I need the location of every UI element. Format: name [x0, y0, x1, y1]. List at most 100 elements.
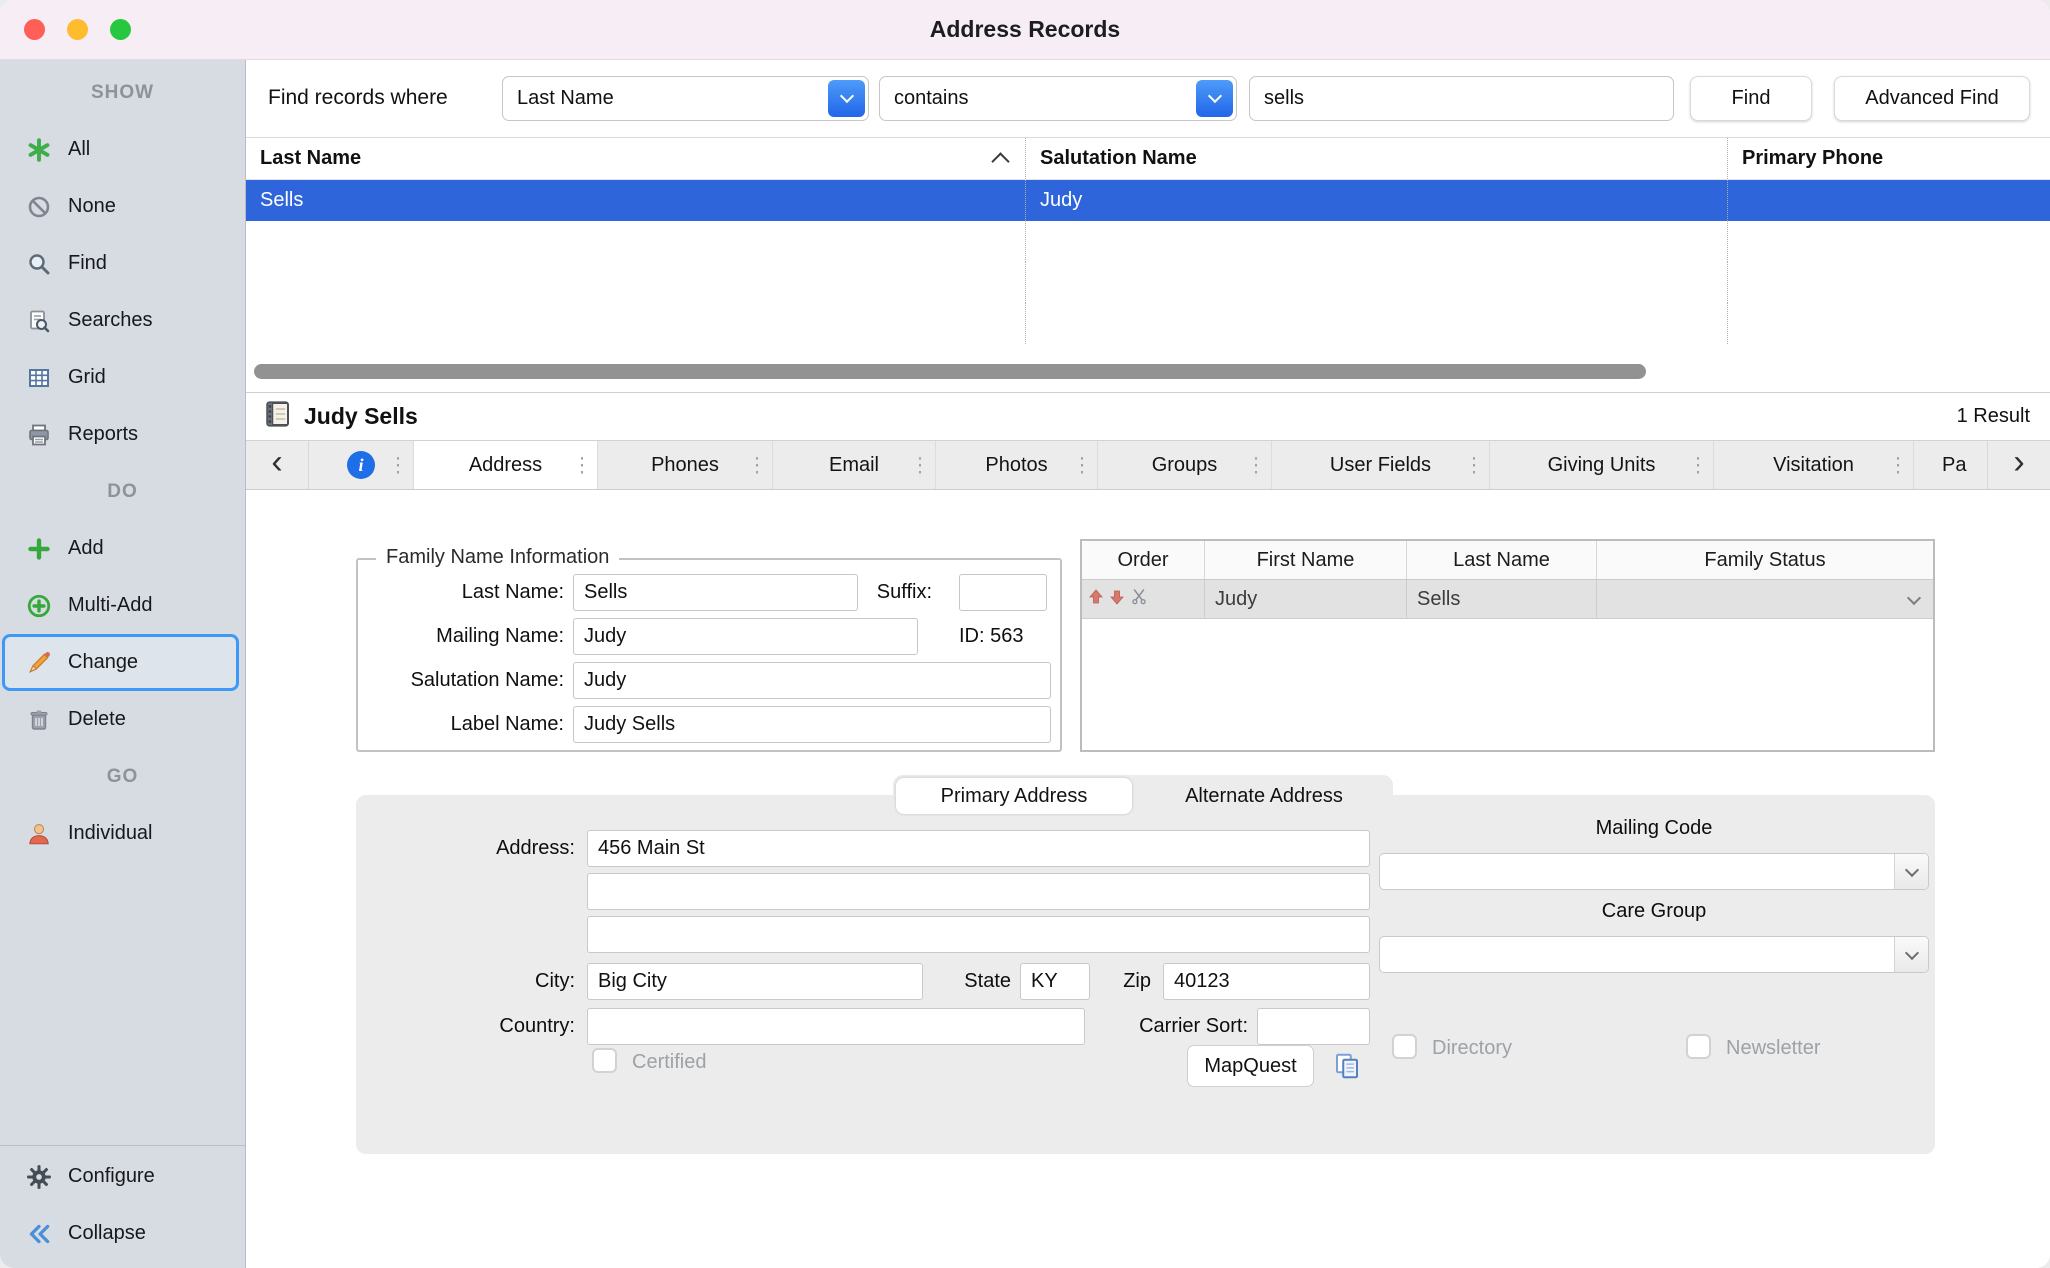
sidebar-item-add[interactable]: Add [0, 520, 245, 577]
printer-icon [24, 423, 54, 447]
column-header-primary-phone[interactable]: Primary Phone [1728, 138, 2050, 179]
cell-last-name: Sells [246, 180, 1026, 221]
sidebar-item-individual[interactable]: Individual [0, 805, 245, 862]
mailing-name-input[interactable] [573, 618, 918, 655]
search-field-value: Last Name [503, 87, 828, 110]
family-status-select[interactable] [1597, 580, 1933, 618]
double-chevron-left-icon [24, 1221, 54, 1247]
tab-giving-units[interactable]: Giving Units ⋮ [1490, 441, 1714, 489]
family-name-information-group: Family Name Information Last Name: Suffi… [356, 558, 1062, 752]
find-button[interactable]: Find [1690, 76, 1812, 121]
horizontal-scrollbar[interactable] [254, 364, 1646, 379]
sidebar-section-go: GO [0, 748, 245, 805]
tab-address[interactable]: Address ⋮ [414, 441, 598, 489]
tab-grip-icon: ⋮ [1246, 453, 1266, 478]
move-down-button[interactable] [1109, 588, 1125, 611]
tab-label: Email [829, 454, 879, 477]
search-field-select[interactable]: Last Name [502, 76, 869, 121]
family-member-row[interactable]: Judy Sells [1082, 580, 1933, 619]
city-input[interactable] [587, 963, 923, 1000]
column-header-last-name[interactable]: Last Name [246, 138, 1026, 179]
search-operator-select[interactable]: contains [879, 76, 1237, 121]
chevron-left-icon: ‹ [271, 445, 282, 485]
tab-user-fields[interactable]: User Fields ⋮ [1272, 441, 1490, 489]
tab-grip-icon: ⋮ [1888, 453, 1908, 478]
tab-primary-address[interactable]: Primary Address [896, 778, 1132, 814]
salutation-name-label: Salutation Name: [358, 669, 564, 692]
tab-grip-icon: ⋮ [388, 453, 408, 478]
sidebar-item-delete[interactable]: Delete [0, 691, 245, 748]
state-input[interactable] [1020, 963, 1090, 1000]
sidebar-item-label: Grid [68, 366, 106, 389]
mailing-code-select[interactable] [1379, 853, 1929, 890]
app-window: Address Records SHOW All None Find [0, 0, 2050, 1268]
move-up-button[interactable] [1088, 588, 1104, 611]
column-header-salutation-name[interactable]: Salutation Name [1026, 138, 1728, 179]
table-row-selected[interactable]: Sells Judy [246, 180, 2050, 221]
address-line2-input[interactable] [587, 873, 1370, 910]
tab-scroll-left-button[interactable]: ‹ [246, 441, 309, 489]
search-value-input[interactable] [1249, 76, 1674, 121]
sidebar-item-label: Delete [68, 708, 126, 731]
sidebar-item-all[interactable]: All [0, 121, 245, 178]
record-name: Judy Sells [304, 403, 418, 430]
copy-address-icon[interactable] [1328, 1047, 1366, 1085]
trash-icon [24, 708, 54, 732]
table-row-empty [246, 262, 2050, 303]
last-name-input[interactable] [573, 574, 858, 611]
salutation-name-input[interactable] [573, 662, 1051, 699]
record-tab-bar: ‹ i ⋮ Address ⋮ Phones ⋮ Email ⋮ Photos … [246, 440, 2050, 490]
sidebar-item-none[interactable]: None [0, 178, 245, 235]
group-legend: Family Name Information [376, 546, 619, 569]
tab-photos[interactable]: Photos ⋮ [936, 441, 1098, 489]
sidebar-item-multi-add[interactable]: Multi-Add [0, 577, 245, 634]
tab-email[interactable]: Email ⋮ [773, 441, 936, 489]
sidebar-item-change[interactable]: Change [2, 634, 239, 691]
advanced-find-button[interactable]: Advanced Find [1834, 76, 2030, 121]
sidebar-item-searches[interactable]: Searches [0, 292, 245, 349]
country-input[interactable] [587, 1008, 1085, 1045]
sidebar-item-label: All [68, 138, 90, 161]
sidebar-item-reports[interactable]: Reports [0, 406, 245, 463]
last-name-label: Last Name: [358, 581, 564, 604]
tab-info[interactable]: i ⋮ [309, 441, 414, 489]
certified-checkbox[interactable] [592, 1048, 617, 1073]
directory-checkbox[interactable] [1392, 1034, 1417, 1059]
address-line3-input[interactable] [587, 916, 1370, 953]
address-line1-input[interactable] [587, 830, 1370, 867]
tab-label: Photos [985, 454, 1047, 477]
mapquest-button[interactable]: MapQuest [1187, 1045, 1314, 1087]
state-label: State [931, 970, 1011, 993]
chevron-down-icon [1894, 854, 1928, 889]
tab-groups[interactable]: Groups ⋮ [1098, 441, 1272, 489]
sidebar-item-grid[interactable]: Grid [0, 349, 245, 406]
pencil-icon [24, 650, 54, 676]
carrier-sort-input[interactable] [1257, 1008, 1370, 1045]
cell-salutation-name: Judy [1026, 180, 1728, 221]
tab-alternate-address[interactable]: Alternate Address [1135, 775, 1393, 817]
cut-button[interactable] [1130, 587, 1148, 611]
sidebar-item-label: Searches [68, 309, 153, 332]
sidebar-item-collapse[interactable]: Collapse [0, 1205, 245, 1262]
directory-label: Directory [1432, 1037, 1512, 1060]
sidebar-item-label: None [68, 195, 116, 218]
search-icon [24, 252, 54, 276]
tab-phones[interactable]: Phones ⋮ [598, 441, 773, 489]
suffix-input[interactable] [959, 574, 1047, 611]
tab-grip-icon: ⋮ [1688, 453, 1708, 478]
sidebar-item-find[interactable]: Find [0, 235, 245, 292]
label-name-input[interactable] [573, 706, 1051, 743]
zip-input[interactable] [1163, 963, 1370, 1000]
tab-scroll-right-button[interactable]: › [1987, 441, 2050, 489]
sidebar-item-configure[interactable]: Configure [0, 1148, 245, 1205]
certified-label: Certified [632, 1051, 706, 1074]
tab-visitation[interactable]: Visitation ⋮ [1714, 441, 1914, 489]
address-panel: Address: City: State Zip Country: Carrie… [356, 795, 1935, 1154]
table-row-empty [246, 221, 2050, 262]
care-group-select[interactable] [1379, 936, 1929, 973]
tab-truncated[interactable]: Pa [1914, 441, 1987, 489]
record-id: ID: 563 [959, 625, 1023, 648]
zip-label: Zip [1101, 970, 1151, 993]
newsletter-checkbox[interactable] [1686, 1034, 1711, 1059]
sidebar-section-show: SHOW [0, 64, 245, 121]
